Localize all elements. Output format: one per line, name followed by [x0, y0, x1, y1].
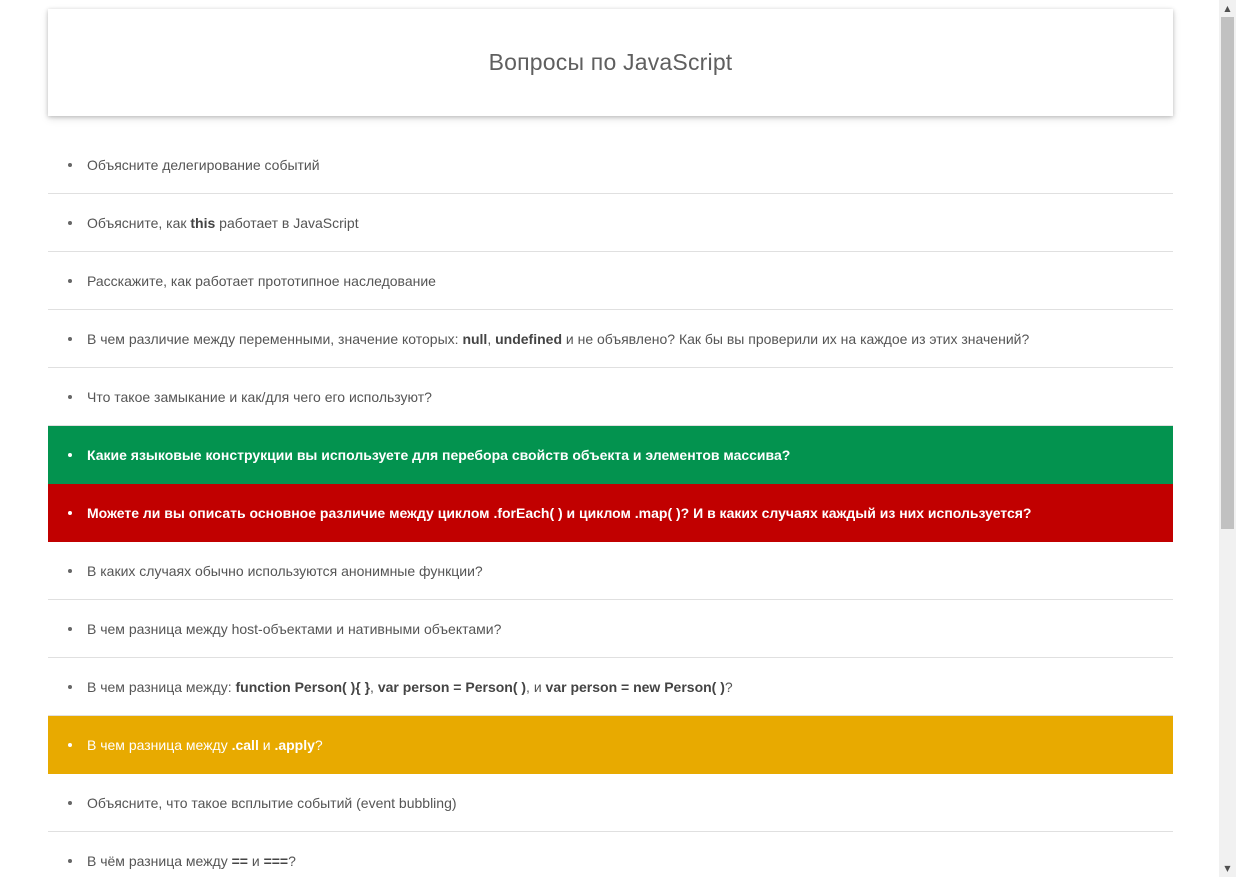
question-code-term: ==: [231, 852, 248, 869]
question-item[interactable]: В каких случаях обычно используются анон…: [48, 542, 1173, 600]
question-text: В чем разница между .call и .apply?: [87, 737, 323, 753]
question-text-segment: Что такое замыкание и как/для чего его и…: [87, 388, 432, 405]
question-code-term: undefined: [495, 330, 562, 347]
question-text-segment: ,: [370, 678, 378, 695]
question-text-segment: В каких случаях обычно используются анон…: [87, 562, 483, 579]
question-text: Какие языковые конструкции вы использует…: [87, 447, 790, 463]
question-text-segment: В чем разница между host-объектами и нат…: [87, 620, 502, 637]
question-text: Объясните делегирование событий: [87, 157, 320, 173]
question-item[interactable]: В чём разница между == и ===?: [48, 832, 1173, 877]
question-item[interactable]: Можете ли вы описать основное различие м…: [48, 484, 1173, 542]
question-code-term: .call: [231, 736, 259, 753]
question-text-segment: и: [247, 852, 264, 869]
question-item[interactable]: Объясните делегирование событий: [48, 136, 1173, 194]
header-card: Вопросы по JavaScript: [48, 9, 1173, 116]
question-text-segment: и циклом: [562, 504, 635, 521]
bullet-icon: [68, 453, 72, 457]
question-text-segment: Объясните, как: [87, 214, 191, 231]
scroll-down-arrow-icon[interactable]: ▼: [1219, 860, 1236, 877]
bullet-icon: [68, 859, 72, 863]
question-text: В каких случаях обычно используются анон…: [87, 563, 483, 579]
scroll-thumb[interactable]: [1221, 17, 1234, 529]
question-text-segment: и не объявлено? Как бы вы проверили их н…: [562, 330, 1030, 347]
bullet-icon: [68, 279, 72, 283]
question-code-term: .map( ): [634, 504, 681, 521]
question-list: Объясните делегирование событий Объясните…: [48, 136, 1173, 877]
question-item[interactable]: Что такое замыкание и как/для чего его и…: [48, 368, 1173, 426]
question-text-segment: В чем разница между: [87, 736, 232, 753]
question-text: В чём разница между == и ===?: [87, 853, 296, 869]
question-text-segment: Объясните делегирование событий: [87, 156, 320, 173]
question-text-segment: ?: [314, 736, 323, 753]
question-code-term: ===: [263, 852, 289, 869]
page: Вопросы по JavaScript Объясните делегиро…: [0, 0, 1236, 877]
bullet-icon: [68, 685, 72, 689]
bullet-icon: [68, 511, 72, 515]
question-code-term: .apply: [274, 736, 315, 753]
question-text: В чем разница между: function Person( ){…: [87, 679, 733, 695]
question-text-segment: Расскажите, как работает прототипное нас…: [87, 272, 436, 289]
question-item[interactable]: В чем разница между .call и .apply?: [48, 716, 1173, 774]
question-item[interactable]: Какие языковые конструкции вы использует…: [48, 426, 1173, 484]
question-text-segment: ,: [487, 330, 496, 347]
bullet-icon: [68, 569, 72, 573]
page-title: Вопросы по JavaScript: [488, 49, 733, 75]
question-item[interactable]: Расскажите, как работает прототипное нас…: [48, 252, 1173, 310]
question-text-segment: ?: [724, 678, 733, 695]
bullet-icon: [68, 801, 72, 805]
question-text: Объясните, как this работает в JavaScrip…: [87, 215, 359, 231]
question-text-segment: В чём разница между: [87, 852, 232, 869]
question-item[interactable]: Объясните, что такое всплытие событий (e…: [48, 774, 1173, 832]
question-item[interactable]: В чем различие между переменными, значен…: [48, 310, 1173, 368]
scroll-up-arrow-icon[interactable]: ▲: [1219, 0, 1236, 17]
question-text: В чем различие между переменными, значен…: [87, 331, 1029, 347]
question-code-term: var person = Person( ): [377, 678, 527, 695]
bullet-icon: [68, 221, 72, 225]
question-item[interactable]: Объясните, как this работает в JavaScrip…: [48, 194, 1173, 252]
question-text-segment: Можете ли вы описать основное различие м…: [87, 504, 494, 521]
bullet-icon: [68, 743, 72, 747]
question-text-segment: Какие языковые конструкции вы использует…: [87, 446, 791, 463]
question-text: Объясните, что такое всплытие событий (e…: [87, 795, 457, 811]
question-text-segment: ?: [288, 852, 296, 869]
question-text: Что такое замыкание и как/для чего его и…: [87, 389, 432, 405]
question-text: Можете ли вы описать основное различие м…: [87, 505, 1031, 521]
question-text: В чем разница между host-объектами и нат…: [87, 621, 501, 637]
question-text-segment: В чем различие между переменными, значен…: [87, 330, 463, 347]
question-text-segment: Объясните, что такое всплытие событий (e…: [87, 794, 457, 811]
question-item[interactable]: В чем разница между: function Person( ){…: [48, 658, 1173, 716]
question-code-term: var person = new Person( ): [545, 678, 725, 695]
question-code-term: function Person( ){ }: [235, 678, 371, 695]
question-item[interactable]: В чем разница между host-объектами и нат…: [48, 600, 1173, 658]
bullet-icon: [68, 337, 72, 341]
question-text-segment: ? И в каких случаях каждый из них исполь…: [680, 504, 1032, 521]
bullet-icon: [68, 395, 72, 399]
question-text-segment: работает в JavaScript: [215, 214, 359, 231]
question-code-term: this: [190, 214, 216, 231]
question-text-segment: В чем разница между:: [87, 678, 236, 695]
question-code-term: null: [462, 330, 488, 347]
bullet-icon: [68, 163, 72, 167]
question-text: Расскажите, как работает прототипное нас…: [87, 273, 436, 289]
vertical-scrollbar[interactable]: ▲ ▼: [1219, 0, 1236, 877]
question-text-segment: , и: [526, 678, 546, 695]
question-text-segment: и: [258, 736, 275, 753]
question-code-term: .forEach( ): [493, 504, 563, 521]
bullet-icon: [68, 627, 72, 631]
